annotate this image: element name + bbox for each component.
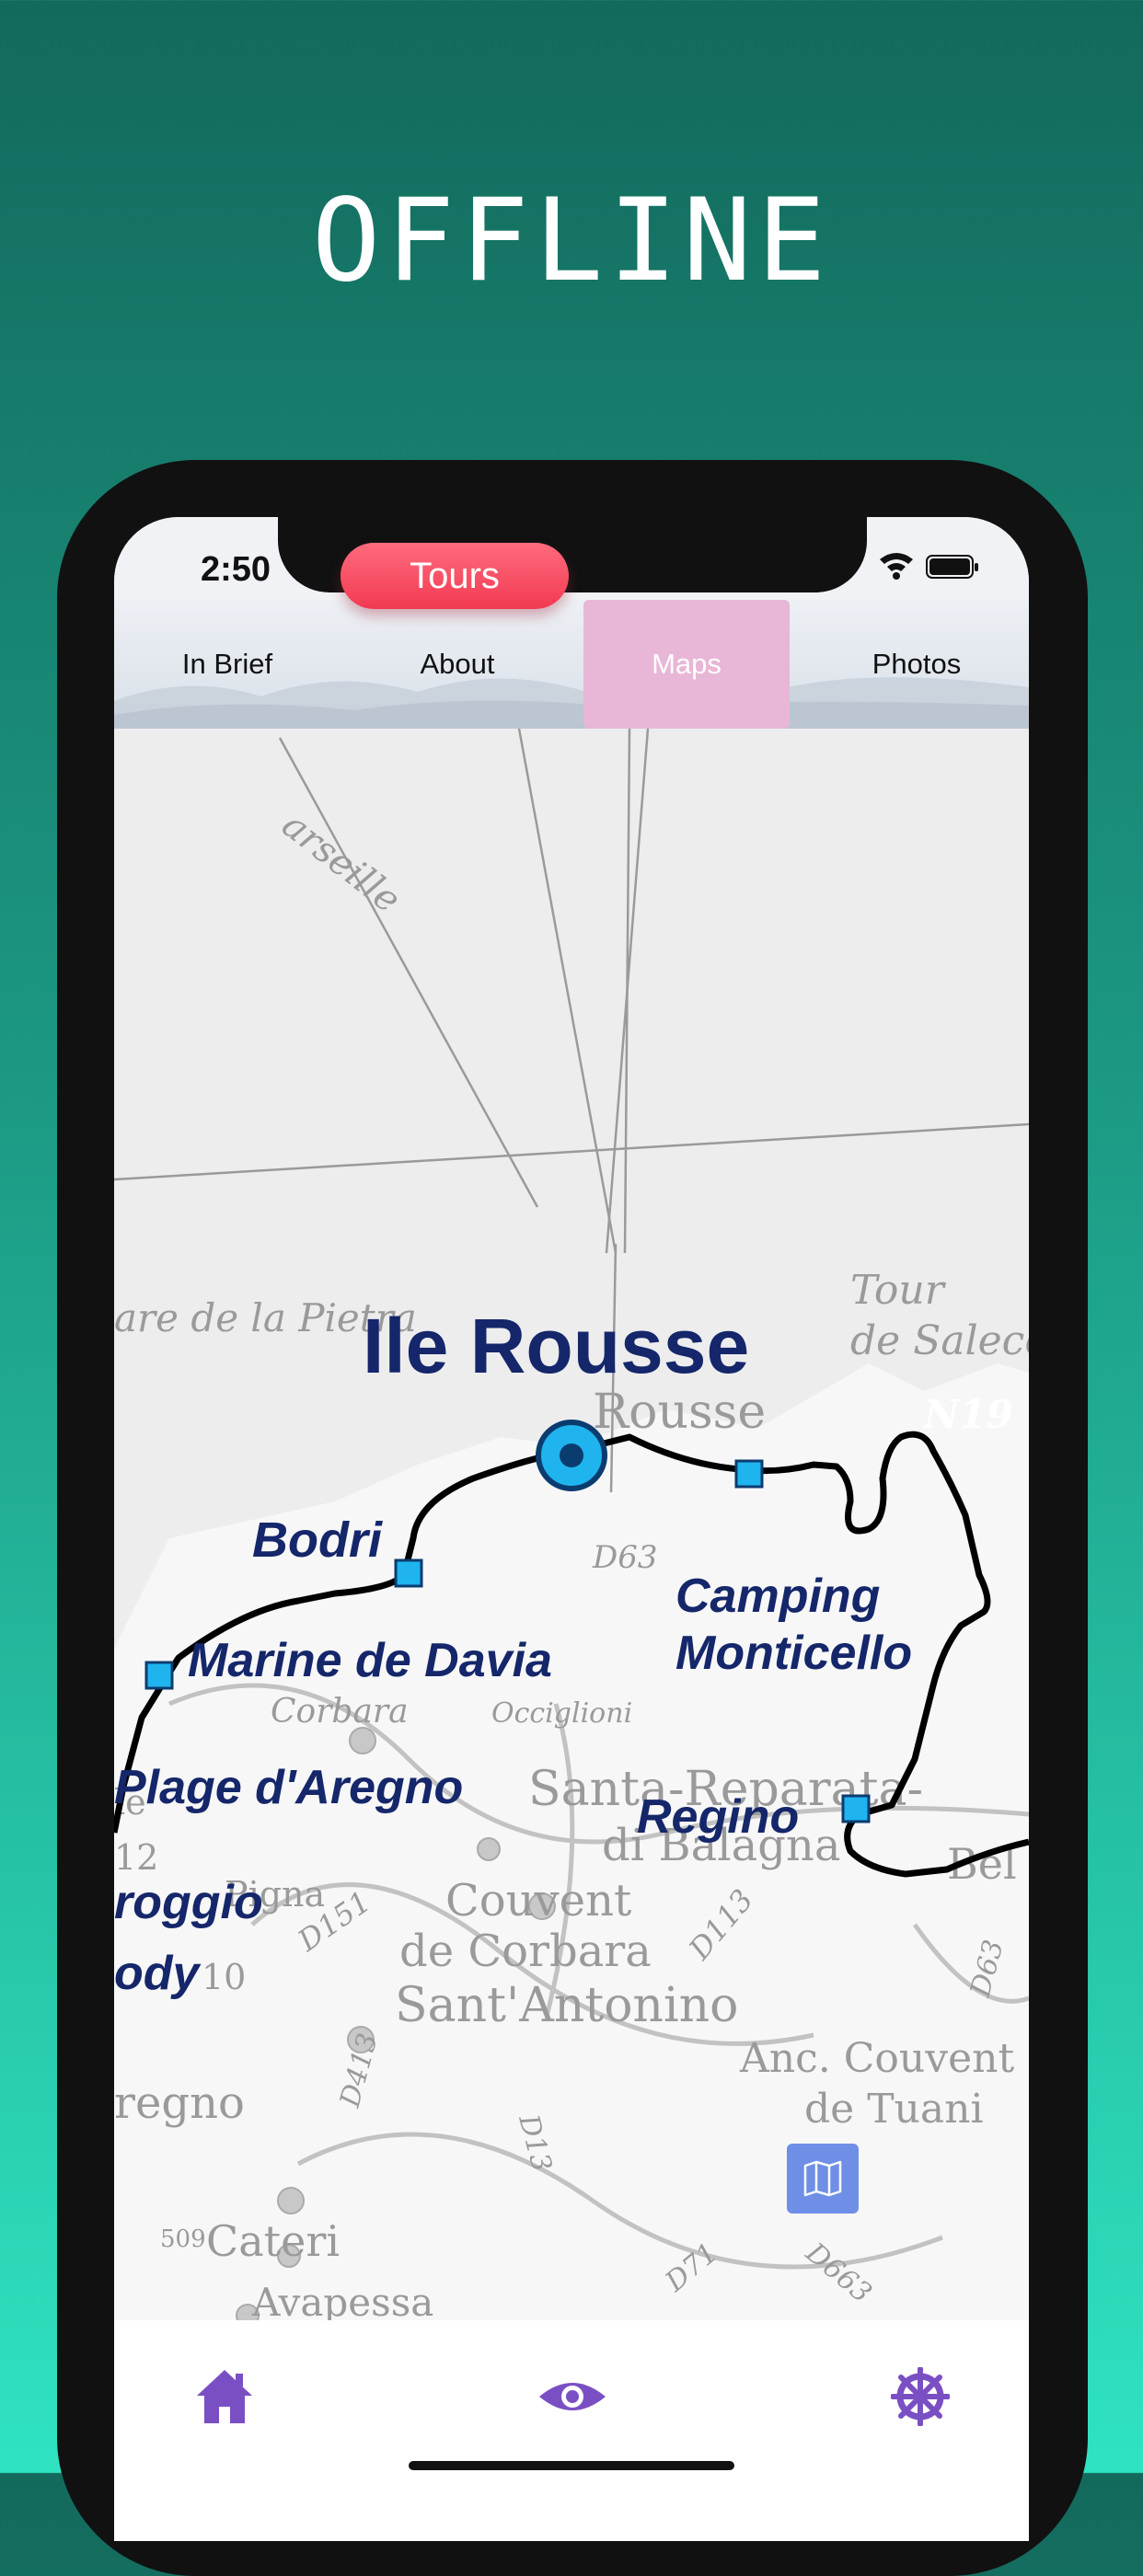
base-label: de Tuani (804, 2086, 984, 2133)
base-label: N19 (922, 1392, 1013, 1437)
base-label: Rousse (593, 1385, 766, 1440)
base-label: de Salecci (850, 1317, 1029, 1364)
base-label: D63 (592, 1539, 658, 1576)
place-title: Ile Rousse (363, 1303, 749, 1389)
stop-label: ody (114, 1947, 202, 2000)
nav-home-button[interactable] (188, 2360, 261, 2433)
status-time: 2:50 (201, 550, 271, 589)
map-icon (803, 2160, 842, 2197)
stop-marker-regino (841, 1794, 871, 1823)
tab-photos[interactable]: Photos (804, 600, 1029, 729)
base-label: 12 (114, 1837, 158, 1878)
stop-marker-camping-monticello (734, 1459, 764, 1489)
base-label: Tour (850, 1267, 947, 1314)
base-label: 509 (160, 2225, 206, 2253)
bottom-nav (114, 2323, 1029, 2473)
tours-button[interactable]: Tours (341, 543, 569, 609)
home-icon (197, 2370, 252, 2423)
stop-label: roggio (114, 1876, 263, 1929)
stop-label: Regino (637, 1790, 799, 1844)
tab-maps[interactable]: Maps (583, 600, 790, 729)
base-label: Cateri (206, 2216, 340, 2266)
wifi-icon (880, 553, 913, 580)
map-canvas[interactable]: arseille are de la Pietra Tour de Salecc… (114, 729, 1029, 2320)
map-view[interactable]: arseille are de la Pietra Tour de Salecc… (114, 729, 1029, 2320)
tab-about[interactable]: About (344, 600, 571, 729)
base-label: arseille (274, 804, 409, 922)
phone-screen: 2:50 In Brief About Maps Photos arseille… (114, 517, 1029, 2541)
base-label: de Corbara (399, 1926, 652, 1977)
tab-in-brief[interactable]: In Brief (114, 600, 341, 729)
stop-marker-marine-de-davia (144, 1661, 174, 1690)
stop-label: Camping (675, 1570, 880, 1623)
status-bar: 2:50 (114, 517, 1029, 600)
stop-marker-bodri (394, 1558, 423, 1588)
battery-icon (926, 555, 978, 579)
stop-label: Bodri (252, 1512, 383, 1568)
stop-label: Plage d'Aregno (114, 1761, 463, 1814)
eye-icon (539, 2383, 606, 2410)
current-location-marker[interactable] (536, 1420, 607, 1491)
base-label: Occiglioni (491, 1697, 632, 1730)
stop-label: Marine de Davia (188, 1634, 552, 1687)
map-layers-button[interactable] (787, 2144, 859, 2214)
home-indicator (409, 2461, 734, 2470)
base-label: Sant'Antonino (395, 1978, 738, 2033)
nav-settings-button[interactable] (883, 2360, 957, 2433)
base-label: 10 (202, 1957, 246, 1997)
base-label: Anc. Couvent (739, 2035, 1014, 2082)
base-label: regno (114, 2077, 245, 2129)
base-label: Avapessa (251, 2280, 433, 2320)
base-label: Couvent (445, 1875, 631, 1926)
tab-bar: In Brief About Maps Photos (114, 600, 1029, 729)
nav-explore-button[interactable] (536, 2360, 609, 2433)
stop-label: Monticello (675, 1627, 912, 1680)
base-label: Corbara (271, 1693, 409, 1731)
settings-wheel-icon (891, 2367, 950, 2426)
promo-headline: OFFLINE (311, 175, 832, 307)
